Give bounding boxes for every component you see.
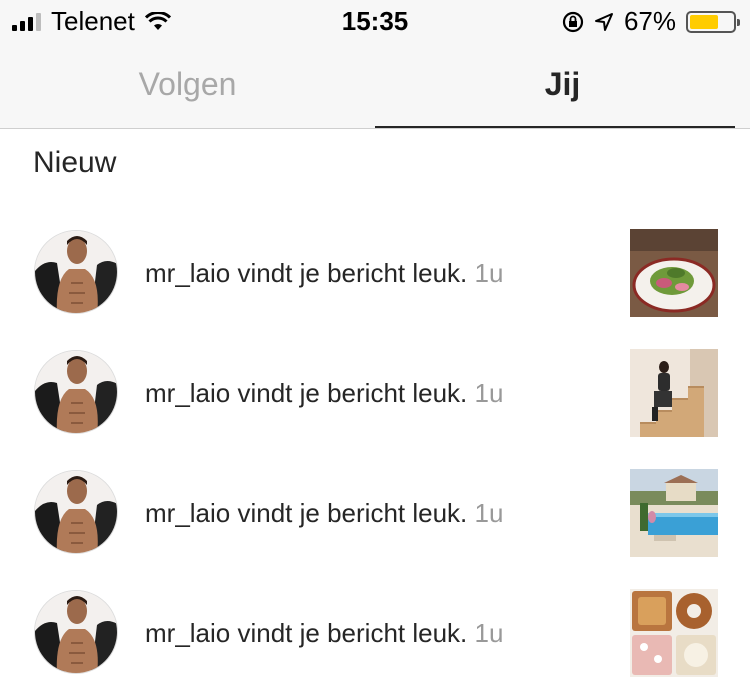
post-thumbnail[interactable]	[630, 229, 718, 317]
battery-level	[690, 14, 719, 29]
battery-percent: 67%	[623, 6, 676, 36]
battery-icon	[686, 10, 740, 33]
notification-row[interactable]: mr_laio vindt je bericht leuk. 1u	[0, 220, 750, 340]
avatar[interactable]	[34, 350, 118, 434]
username-link[interactable]: mr_laio	[145, 258, 230, 288]
username-link[interactable]: mr_laio	[145, 378, 230, 408]
status-bar: Telenet 15:35 67%	[0, 0, 750, 40]
notification-row[interactable]: mr_laio vindt je bericht leuk. 1u	[0, 460, 750, 580]
notification-message: vindt je bericht leuk.	[237, 378, 468, 408]
notification-message: vindt je bericht leuk.	[237, 618, 468, 648]
notification-row[interactable]: mr_laio vindt je bericht leuk. 1u	[0, 340, 750, 460]
avatar[interactable]	[34, 470, 118, 554]
location-arrow-icon	[594, 12, 613, 31]
notification-time: 1u	[474, 498, 504, 528]
post-thumbnail[interactable]	[630, 349, 718, 437]
status-right: 67%	[562, 6, 740, 37]
notification-text: mr_laio vindt je bericht leuk. 1u	[145, 618, 503, 649]
avatar[interactable]	[34, 230, 118, 314]
activity-tabs: Volgen Jij	[0, 40, 750, 129]
notification-time: 1u	[474, 618, 504, 648]
tab-jij[interactable]: Jij	[375, 40, 750, 128]
notification-time: 1u	[474, 258, 504, 288]
post-thumbnail[interactable]	[630, 469, 718, 557]
notification-text: mr_laio vindt je bericht leuk. 1u	[145, 378, 503, 409]
username-link[interactable]: mr_laio	[145, 498, 230, 528]
avatar[interactable]	[34, 590, 118, 674]
rotation-lock-icon	[562, 11, 584, 32]
username-link[interactable]: mr_laio	[145, 618, 230, 648]
notification-row[interactable]: mr_laio vindt je bericht leuk. 1u	[0, 580, 750, 700]
notification-time: 1u	[474, 378, 504, 408]
notification-message: vindt je bericht leuk.	[237, 258, 468, 288]
notification-message: vindt je bericht leuk.	[237, 498, 468, 528]
notification-list: mr_laio vindt je bericht leuk. 1u mr_lai…	[0, 220, 750, 700]
notification-text: mr_laio vindt je bericht leuk. 1u	[145, 258, 503, 289]
notification-text: mr_laio vindt je bericht leuk. 1u	[145, 498, 503, 529]
section-title: Nieuw	[33, 146, 117, 179]
tab-volgen[interactable]: Volgen	[0, 40, 375, 128]
post-thumbnail[interactable]	[630, 589, 718, 677]
